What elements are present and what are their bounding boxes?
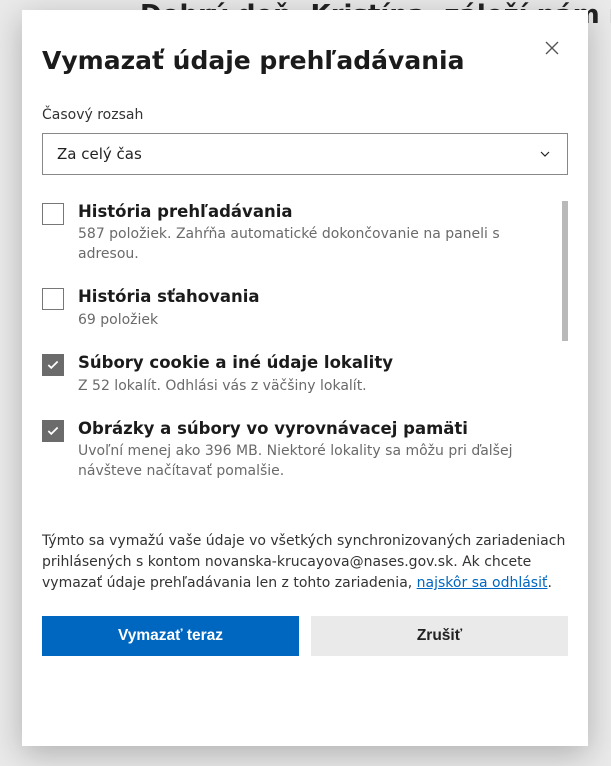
scrollbar-thumb[interactable]	[562, 201, 568, 341]
option-desc: 69 položiek	[78, 311, 548, 331]
sync-text-part2: .	[547, 575, 551, 591]
option-title: Obrázky a súbory vo vyrovnávacej pamäti	[78, 418, 548, 440]
chevron-down-icon	[537, 146, 553, 162]
sync-warning-text: Týmto sa vymažú vaše údaje vo všetkých s…	[42, 531, 568, 594]
checkbox-browsing-history[interactable]	[42, 203, 64, 225]
option-download-history: História sťahovania 69 položiek	[42, 286, 548, 330]
time-range-label: Časový rozsah	[42, 107, 568, 123]
clear-browsing-data-dialog: Vymazať údaje prehľadávania Časový rozsa…	[22, 10, 588, 746]
option-title: História prehľadávania	[78, 201, 548, 223]
option-cookies: Súbory cookie a iné údaje lokality Z 52 …	[42, 352, 548, 396]
sign-out-link[interactable]: najskôr sa odhlásiť	[417, 575, 548, 591]
option-title: História sťahovania	[78, 286, 548, 308]
check-icon	[46, 358, 60, 372]
option-desc: Uvoľní menej ako 396 MB. Niektoré lokali…	[78, 442, 548, 481]
time-range-value: Za celý čas	[57, 145, 142, 163]
checkbox-cookies[interactable]	[42, 354, 64, 376]
option-desc: 587 položiek. Zahŕňa automatické dokončo…	[78, 225, 548, 264]
options-list: História prehľadávania 587 položiek. Zah…	[42, 201, 568, 513]
time-range-select[interactable]: Za celý čas	[42, 133, 568, 175]
option-browsing-history: História prehľadávania 587 položiek. Zah…	[42, 201, 548, 264]
checkbox-download-history[interactable]	[42, 288, 64, 310]
option-desc: Z 52 lokalít. Odhlási vás z väčšiny loka…	[78, 377, 548, 397]
checkbox-cached-images[interactable]	[42, 420, 64, 442]
cancel-button[interactable]: Zrušiť	[311, 616, 568, 656]
clear-now-button[interactable]: Vymazať teraz	[42, 616, 299, 656]
check-icon	[46, 424, 60, 438]
close-button[interactable]	[536, 32, 568, 64]
dialog-header: Vymazať údaje prehľadávania	[42, 32, 568, 75]
option-title: Súbory cookie a iné údaje lokality	[78, 352, 548, 374]
option-cached-images: Obrázky a súbory vo vyrovnávacej pamäti …	[42, 418, 548, 481]
dialog-buttons: Vymazať teraz Zrušiť	[42, 616, 568, 656]
dialog-title: Vymazať údaje prehľadávania	[42, 46, 464, 75]
options-list-wrap: História prehľadávania 587 položiek. Zah…	[42, 201, 568, 513]
close-icon	[543, 39, 561, 57]
